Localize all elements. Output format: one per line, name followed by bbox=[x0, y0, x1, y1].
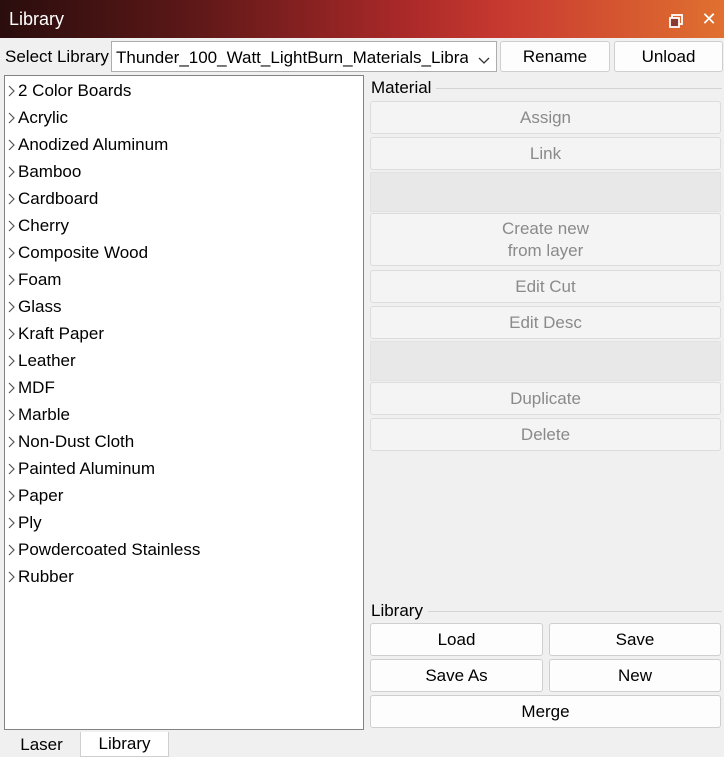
tree-item-label: Kraft Paper bbox=[18, 324, 104, 343]
tree-item[interactable]: Acrylic bbox=[5, 104, 363, 131]
tree-item-label: Marble bbox=[18, 405, 70, 424]
tree-item[interactable]: Anodized Aluminum bbox=[5, 131, 363, 158]
tree-item-label: Acrylic bbox=[18, 108, 69, 127]
chevron-right-icon[interactable] bbox=[7, 191, 16, 205]
material-spacer bbox=[370, 172, 721, 212]
tree-item[interactable]: Non-Dust Cloth bbox=[5, 428, 363, 455]
library-group-divider bbox=[428, 611, 722, 612]
save-as-button[interactable]: Save As bbox=[370, 659, 543, 692]
chevron-right-icon[interactable] bbox=[7, 299, 16, 313]
rename-button[interactable]: Rename bbox=[500, 41, 610, 72]
chevron-right-icon[interactable] bbox=[7, 515, 16, 529]
material-group-title: Material bbox=[371, 78, 432, 97]
tree-item-label: Ply bbox=[18, 513, 42, 532]
tree-item[interactable]: 2 Color Boards bbox=[5, 77, 363, 104]
material-spacer bbox=[370, 341, 721, 381]
merge-button[interactable]: Merge bbox=[370, 695, 721, 728]
tree-item[interactable]: Glass bbox=[5, 293, 363, 320]
tree-item-label: Foam bbox=[18, 270, 62, 289]
chevron-right-icon[interactable] bbox=[7, 569, 16, 583]
load-button[interactable]: Load bbox=[370, 623, 543, 656]
tree-item[interactable]: Bamboo bbox=[5, 158, 363, 185]
tree-item-label: Non-Dust Cloth bbox=[18, 432, 135, 451]
tree-item[interactable]: Foam bbox=[5, 266, 363, 293]
tree-item-label: Anodized Aluminum bbox=[18, 135, 169, 154]
tree-item-label: Painted Aluminum bbox=[18, 459, 156, 478]
tree-item-label: Leather bbox=[18, 351, 76, 370]
close-icon[interactable]: ✕ bbox=[700, 10, 718, 28]
chevron-right-icon[interactable] bbox=[7, 461, 16, 475]
tree-item[interactable]: MDF bbox=[5, 374, 363, 401]
tab-library[interactable]: Library bbox=[80, 732, 169, 757]
chevron-right-icon[interactable] bbox=[7, 137, 16, 151]
chevron-right-icon[interactable] bbox=[7, 272, 16, 286]
tab-laser[interactable]: Laser bbox=[4, 732, 79, 757]
chevron-right-icon[interactable] bbox=[7, 353, 16, 367]
create-from-layer-line1: Create new bbox=[502, 218, 589, 238]
new-button[interactable]: New bbox=[549, 659, 721, 692]
chevron-right-icon[interactable] bbox=[7, 542, 16, 556]
chevron-right-icon[interactable] bbox=[7, 488, 16, 502]
chevron-right-icon[interactable] bbox=[7, 380, 16, 394]
tree-item-label: Rubber bbox=[18, 567, 74, 586]
chevron-right-icon[interactable] bbox=[7, 218, 16, 232]
tree-item[interactable]: Rubber bbox=[5, 563, 363, 590]
chevron-right-icon[interactable] bbox=[7, 407, 16, 421]
chevron-down-icon bbox=[478, 51, 490, 64]
chevron-right-icon[interactable] bbox=[7, 245, 16, 259]
save-button[interactable]: Save bbox=[549, 623, 721, 656]
tree-item-label: Powdercoated Stainless bbox=[18, 540, 201, 559]
duplicate-button[interactable]: Duplicate bbox=[370, 382, 721, 415]
chevron-right-icon[interactable] bbox=[7, 434, 16, 448]
library-select[interactable]: Thunder_100_Watt_LightBurn_Materials_Lib… bbox=[111, 41, 497, 72]
link-button[interactable]: Link bbox=[370, 137, 721, 170]
window-title: Library bbox=[9, 9, 65, 29]
tree-item[interactable]: Leather bbox=[5, 347, 363, 374]
create-from-layer-line2: from layer bbox=[507, 240, 584, 260]
tree-item-label: MDF bbox=[18, 378, 55, 397]
select-library-label: Select Library bbox=[5, 47, 109, 66]
tree-item[interactable]: Kraft Paper bbox=[5, 320, 363, 347]
unload-button[interactable]: Unload bbox=[614, 41, 723, 72]
tree-item[interactable]: Painted Aluminum bbox=[5, 455, 363, 482]
edit-desc-button[interactable]: Edit Desc bbox=[370, 306, 721, 339]
tree-item[interactable]: Paper bbox=[5, 482, 363, 509]
assign-button[interactable]: Assign bbox=[370, 101, 721, 134]
tree-item[interactable]: Cardboard bbox=[5, 185, 363, 212]
material-group-divider bbox=[436, 88, 722, 89]
library-group-title: Library bbox=[371, 601, 423, 620]
chevron-right-icon[interactable] bbox=[7, 164, 16, 178]
library-select-value: Thunder_100_Watt_LightBurn_Materials_Lib… bbox=[116, 48, 468, 67]
chevron-right-icon[interactable] bbox=[7, 326, 16, 340]
float-window-icon[interactable] bbox=[669, 13, 683, 28]
tree-item-label: Cherry bbox=[18, 216, 70, 235]
delete-button[interactable]: Delete bbox=[370, 418, 721, 451]
tree-item-label: Cardboard bbox=[18, 189, 99, 208]
create-from-layer-button[interactable]: Create new from layer bbox=[370, 213, 721, 266]
tree-item[interactable]: Powdercoated Stainless bbox=[5, 536, 363, 563]
edit-cut-button[interactable]: Edit Cut bbox=[370, 270, 721, 303]
tree-item-label: Bamboo bbox=[18, 162, 82, 181]
tree-item[interactable]: Ply bbox=[5, 509, 363, 536]
title-bar: Library ✕ bbox=[0, 0, 724, 38]
tree-item[interactable]: Marble bbox=[5, 401, 363, 428]
chevron-right-icon[interactable] bbox=[7, 83, 16, 97]
tree-item[interactable]: Cherry bbox=[5, 212, 363, 239]
materials-tree[interactable]: 2 Color Boards Acrylic Anodized Aluminum… bbox=[4, 75, 364, 730]
tree-item-label: Composite Wood bbox=[18, 243, 149, 262]
chevron-right-icon[interactable] bbox=[7, 110, 16, 124]
tree-item-label: Glass bbox=[18, 297, 62, 316]
tree-item-label: 2 Color Boards bbox=[18, 81, 132, 100]
tree-item[interactable]: Composite Wood bbox=[5, 239, 363, 266]
tree-item-label: Paper bbox=[18, 486, 64, 505]
